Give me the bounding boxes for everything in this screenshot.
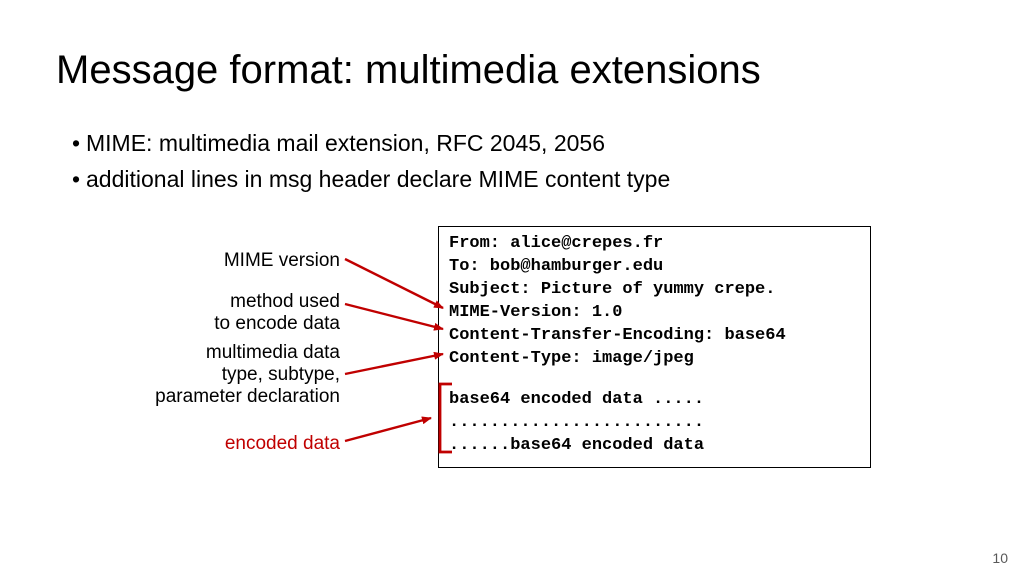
- diagram: MIME version method used to encode data …: [0, 226, 1024, 546]
- annotation-line: type, subtype,: [222, 364, 340, 385]
- bullet-text: additional lines in msg header declare M…: [86, 166, 670, 192]
- annotation-encoding-method: method used to encode data: [200, 291, 340, 335]
- bullet-list: •MIME: multimedia mail extension, RFC 20…: [72, 126, 670, 197]
- annotation-line: to encode data: [214, 313, 340, 334]
- msg-line-body: ......base64 encoded data: [449, 435, 860, 458]
- bullet-item: •additional lines in msg header declare …: [72, 162, 670, 198]
- msg-line-to: To: bob@hamburger.edu: [449, 256, 860, 279]
- blank-line: [449, 371, 860, 389]
- msg-line-body: .........................: [449, 412, 860, 435]
- message-header-box: From: alice@crepes.fr To: bob@hamburger.…: [438, 226, 871, 468]
- annotation-line: method used: [230, 291, 340, 312]
- msg-line-subject: Subject: Picture of yummy crepe.: [449, 279, 860, 302]
- annotation-line: parameter declaration: [155, 386, 340, 407]
- msg-line-body: base64 encoded data .....: [449, 389, 860, 412]
- msg-line-from: From: alice@crepes.fr: [449, 233, 860, 256]
- annotation-mime-version: MIME version: [200, 250, 340, 272]
- page-number: 10: [992, 550, 1008, 566]
- msg-line-ctype: Content-Type: image/jpeg: [449, 348, 860, 371]
- msg-line-cte: Content-Transfer-Encoding: base64: [449, 325, 860, 348]
- annotation-content-type: multimedia data type, subtype, parameter…: [140, 342, 340, 408]
- bullet-text: MIME: multimedia mail extension, RFC 204…: [86, 130, 605, 156]
- slide: Message format: multimedia extensions •M…: [0, 0, 1024, 576]
- annotation-line: multimedia data: [206, 342, 340, 363]
- bullet-item: •MIME: multimedia mail extension, RFC 20…: [72, 126, 670, 162]
- msg-line-mime-version: MIME-Version: 1.0: [449, 302, 860, 325]
- annotation-encoded-data: encoded data: [200, 433, 340, 455]
- slide-title: Message format: multimedia extensions: [56, 48, 761, 93]
